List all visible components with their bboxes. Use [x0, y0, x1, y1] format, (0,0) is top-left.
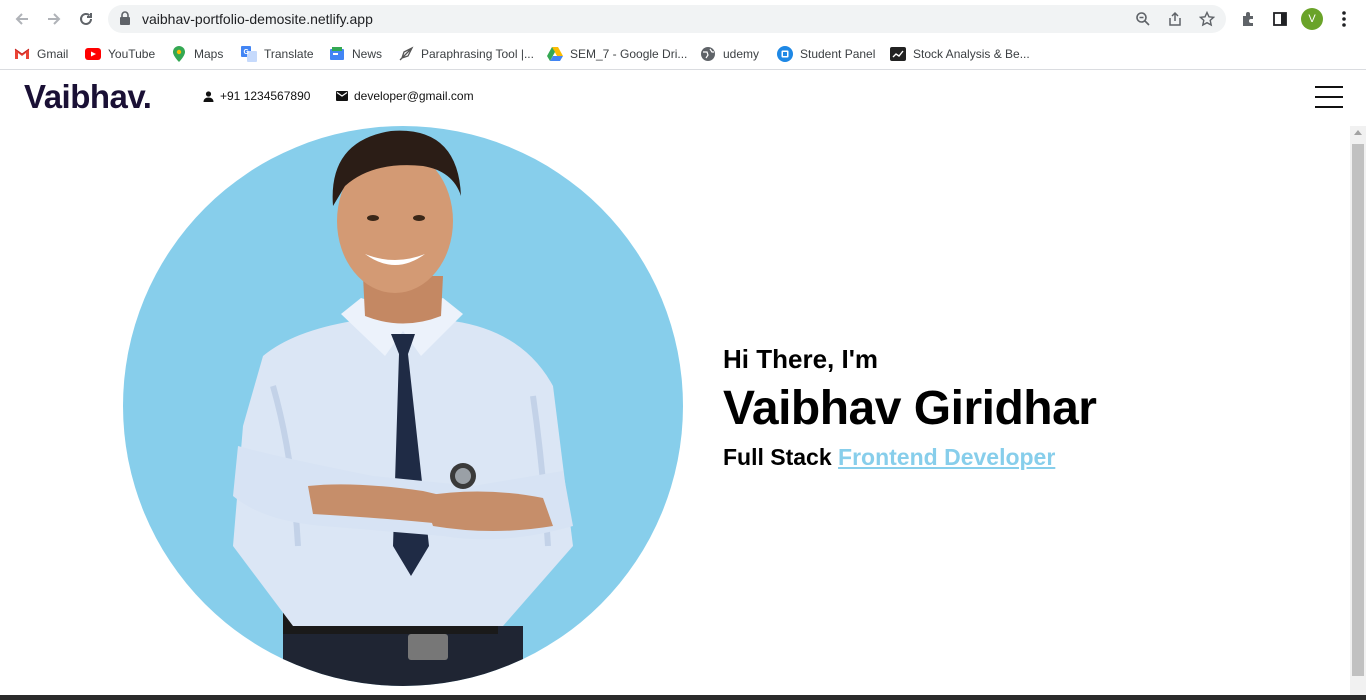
- hero-text: Hi There, I'm Vaibhav Giridhar Full Stac…: [723, 344, 1097, 471]
- phone-number: +91 1234567890: [220, 89, 311, 103]
- bookmark-star-icon[interactable]: [1198, 10, 1216, 28]
- maps-icon: [171, 46, 187, 62]
- role-highlight-link[interactable]: Frontend Developer: [838, 444, 1055, 470]
- drive-icon: [547, 46, 563, 62]
- phone-contact[interactable]: +91 1234567890: [203, 89, 310, 103]
- scroll-thumb[interactable]: [1352, 144, 1364, 676]
- globe-icon: [700, 46, 716, 62]
- profile-avatar[interactable]: V: [1301, 8, 1323, 30]
- news-icon: [329, 46, 345, 62]
- role-prefix: Full Stack: [723, 444, 832, 470]
- quill-icon: [398, 46, 414, 62]
- back-button[interactable]: [10, 7, 34, 31]
- bookmark-student-panel[interactable]: Student Panel: [777, 43, 875, 65]
- hero-portrait: [123, 126, 683, 686]
- page-scrollbar[interactable]: [1350, 126, 1366, 696]
- share-icon[interactable]: [1166, 10, 1184, 28]
- bookmark-gmail[interactable]: Gmail: [14, 43, 68, 65]
- back-arrow-icon: [15, 13, 28, 25]
- stock-icon: [890, 46, 906, 62]
- side-panel-icon[interactable]: [1269, 8, 1291, 30]
- email-address: developer@gmail.com: [354, 89, 474, 103]
- browser-toolbar: vaibhav-portfolio-demosite.netlify.app V: [0, 0, 1366, 38]
- extensions-icon[interactable]: [1237, 8, 1259, 30]
- mail-icon: [336, 91, 348, 101]
- url-text: vaibhav-portfolio-demosite.netlify.app: [142, 11, 373, 27]
- bookmark-paraphrasing-tool[interactable]: Paraphrasing Tool |...: [398, 43, 534, 65]
- bookmark-maps[interactable]: Maps: [171, 43, 223, 65]
- forward-button[interactable]: [42, 7, 66, 31]
- person-icon: [203, 90, 214, 102]
- hero-name: Vaibhav Giridhar: [723, 382, 1097, 435]
- bookmark-udemy[interactable]: udemy: [700, 43, 759, 65]
- zoom-icon[interactable]: [1134, 10, 1152, 28]
- youtube-icon: [85, 46, 101, 62]
- person-portrait-illustration: [233, 130, 573, 686]
- bookmark-news[interactable]: News: [329, 43, 382, 65]
- address-bar[interactable]: vaibhav-portfolio-demosite.netlify.app: [108, 5, 1226, 33]
- student-panel-icon: [777, 46, 793, 62]
- translate-icon: G: [241, 46, 257, 62]
- lock-icon: [120, 11, 130, 25]
- menu-line-icon: [1315, 106, 1343, 108]
- bookmark-google-drive[interactable]: SEM_7 - Google Dri...: [547, 43, 687, 65]
- email-contact[interactable]: developer@gmail.com: [336, 89, 474, 103]
- menu-line-icon: [1315, 86, 1343, 88]
- reload-icon: [80, 12, 92, 25]
- hero-role: Full Stack Frontend Developer: [723, 444, 1096, 471]
- svg-text:G: G: [244, 49, 250, 56]
- bookmark-stock-analysis[interactable]: Stock Analysis & Be...: [890, 43, 1030, 65]
- gmail-icon: [14, 46, 30, 62]
- site-logo[interactable]: Vaibhav.: [24, 78, 152, 116]
- portfolio-page: Vaibhav. +91 1234567890 developer@gmail.…: [0, 70, 1350, 695]
- forward-arrow-icon: [48, 13, 61, 25]
- reload-button[interactable]: [74, 7, 98, 31]
- menu-line-icon: [1315, 96, 1343, 98]
- taskbar-strip: [0, 695, 1366, 700]
- menu-kebab-icon[interactable]: [1333, 8, 1355, 30]
- bookmark-youtube[interactable]: YouTube: [85, 43, 155, 65]
- bookmarks-bar: Gmail YouTube Maps G Translate News Para…: [0, 38, 1366, 70]
- hero-greeting: Hi There, I'm: [723, 344, 878, 374]
- bookmark-translate[interactable]: G Translate: [241, 43, 314, 65]
- scroll-up-arrow-icon[interactable]: [1354, 130, 1362, 135]
- hamburger-menu-button[interactable]: [1315, 86, 1343, 108]
